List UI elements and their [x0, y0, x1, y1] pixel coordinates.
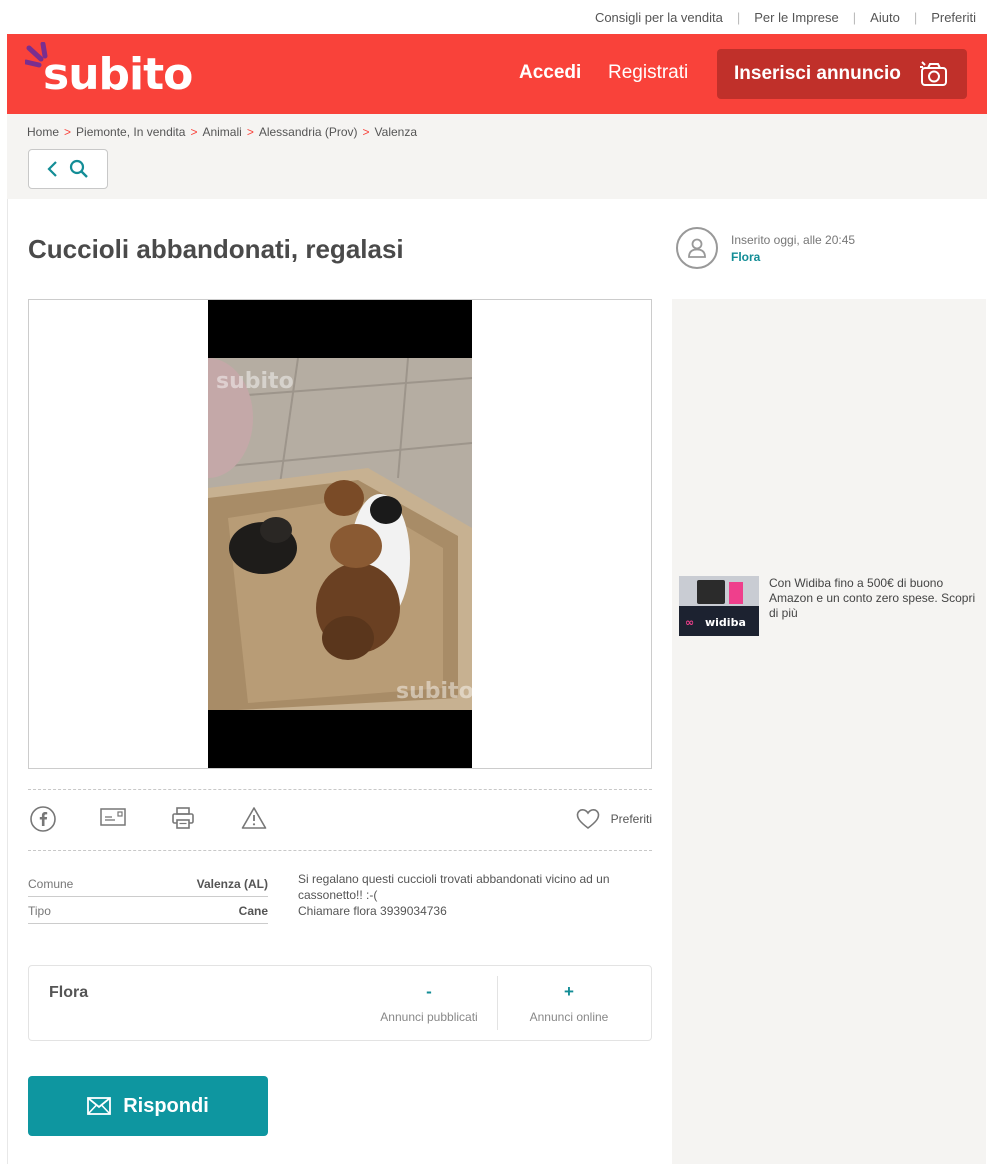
puppies-photo: subito subito — [208, 358, 472, 710]
ad-text: Con Widiba fino a 500€ di buono Amazon e… — [769, 576, 976, 620]
poster-name-link[interactable]: Flora — [731, 250, 855, 264]
ad-brand: widiba — [705, 616, 746, 629]
poster-text: Inserito oggi, alle 20:45 Flora — [731, 233, 855, 264]
share-toolbar: Preferiti — [28, 804, 652, 836]
subito-logo[interactable]: subito — [25, 42, 205, 102]
separator: | — [852, 9, 857, 25]
online-ads-stat[interactable]: + Annunci online — [509, 982, 629, 1024]
breadcrumb-home[interactable]: Home — [27, 125, 59, 139]
ad-thumbnail: ∞ widiba — [679, 576, 759, 636]
breadcrumb-separator: > — [64, 125, 72, 139]
breadcrumb-province[interactable]: Alessandria (Prov) — [259, 125, 358, 139]
breadcrumb: Home > Piemonte, In vendita > Animali > … — [27, 125, 417, 139]
ad-title: Cuccioli abbandonati, regalasi — [28, 234, 404, 264]
watermark-bottom: subito — [396, 679, 472, 704]
register-link[interactable]: Registrati — [608, 62, 688, 84]
seller-card: Flora - Annunci pubblicati + Annunci onl… — [28, 965, 652, 1041]
separator: | — [913, 9, 918, 25]
breadcrumb-separator: > — [246, 125, 254, 139]
link-help[interactable]: Aiuto — [870, 10, 900, 25]
link-sales-tips[interactable]: Consigli per la vendita — [595, 10, 723, 25]
detail-label: Tipo — [28, 904, 51, 918]
published-ads-label: Annunci pubblicati — [380, 1010, 478, 1024]
photo-gallery[interactable]: subito subito — [28, 299, 652, 769]
detail-row-comune: Comune Valenza (AL) — [28, 870, 268, 897]
link-business[interactable]: Per le Imprese — [754, 10, 839, 25]
detail-value: Valenza (AL) — [196, 877, 268, 891]
user-avatar-icon — [676, 227, 718, 269]
description-line: Chiamare flora 3939034736 — [298, 904, 447, 918]
heart-icon — [576, 808, 599, 830]
reply-button[interactable]: Rispondi — [28, 1076, 268, 1136]
facebook-share-icon[interactable] — [30, 806, 56, 837]
logo-wordmark: subito — [43, 49, 193, 100]
breadcrumb-city[interactable]: Valenza — [375, 125, 417, 139]
insert-ad-label: Inserisci annuncio — [734, 63, 901, 84]
breadcrumb-separator: > — [190, 125, 198, 139]
link-favorites[interactable]: Preferiti — [931, 10, 976, 25]
favorites-button[interactable]: Preferiti — [576, 808, 652, 830]
camera-icon — [920, 61, 947, 86]
ad-details-table: Comune Valenza (AL) Tipo Cane — [28, 870, 268, 924]
poster-info: Inserito oggi, alle 20:45 Flora — [676, 227, 855, 269]
online-ads-label: Annunci online — [529, 1010, 609, 1024]
separator: | — [736, 9, 741, 25]
sponsored-ad[interactable]: ∞ widiba Con Widiba fino a 500€ di buono… — [679, 576, 979, 636]
print-icon[interactable] — [171, 806, 195, 835]
stat-divider — [497, 976, 498, 1030]
favorites-label: Preferiti — [610, 812, 652, 826]
back-to-search-button[interactable] — [28, 149, 108, 189]
ad-photo[interactable]: subito subito — [208, 300, 472, 768]
insert-ad-button[interactable]: Inserisci annuncio — [717, 49, 967, 99]
sidebar-ad-area — [672, 299, 986, 1164]
envelope-icon — [87, 1097, 112, 1115]
login-link[interactable]: Accedi — [519, 62, 581, 84]
email-share-icon[interactable] — [100, 806, 126, 833]
watermark-top: subito — [216, 369, 294, 394]
detail-label: Comune — [28, 877, 74, 891]
detail-value: Cane — [238, 904, 268, 918]
ad-description: Si regalano questi cuccioli trovati abba… — [298, 871, 648, 919]
breadcrumb-zone: Home > Piemonte, In vendita > Animali > … — [7, 114, 987, 199]
svg-text:∞: ∞ — [685, 616, 694, 629]
detail-row-tipo: Tipo Cane — [28, 897, 268, 924]
reply-label: Rispondi — [123, 1094, 209, 1117]
breadcrumb-separator: > — [362, 125, 370, 139]
site-header: subito Accedi Registrati Inserisci annun… — [7, 34, 987, 114]
search-icon — [69, 159, 88, 178]
posted-date: Inserito oggi, alle 20:45 — [731, 233, 856, 247]
divider — [28, 850, 652, 851]
published-ads-stat: - Annunci pubblicati — [369, 982, 489, 1024]
breadcrumb-category[interactable]: Animali — [202, 125, 241, 139]
breadcrumb-region[interactable]: Piemonte, In vendita — [76, 125, 185, 139]
seller-name: Flora — [49, 984, 89, 1001]
content-left-border — [7, 199, 8, 1164]
top-utility-bar: Consigli per la vendita | Per le Imprese… — [0, 0, 996, 34]
chevron-left-icon — [47, 161, 57, 177]
description-line: Si regalano questi cuccioli trovati abba… — [298, 872, 610, 902]
online-ads-count: + — [564, 982, 574, 1001]
page: Consigli per la vendita | Per le Imprese… — [0, 0, 996, 1164]
published-ads-count: - — [426, 982, 432, 1001]
divider — [28, 789, 652, 790]
report-warning-icon[interactable] — [241, 806, 267, 835]
puppies-in-box-image: subito subito — [208, 358, 472, 710]
